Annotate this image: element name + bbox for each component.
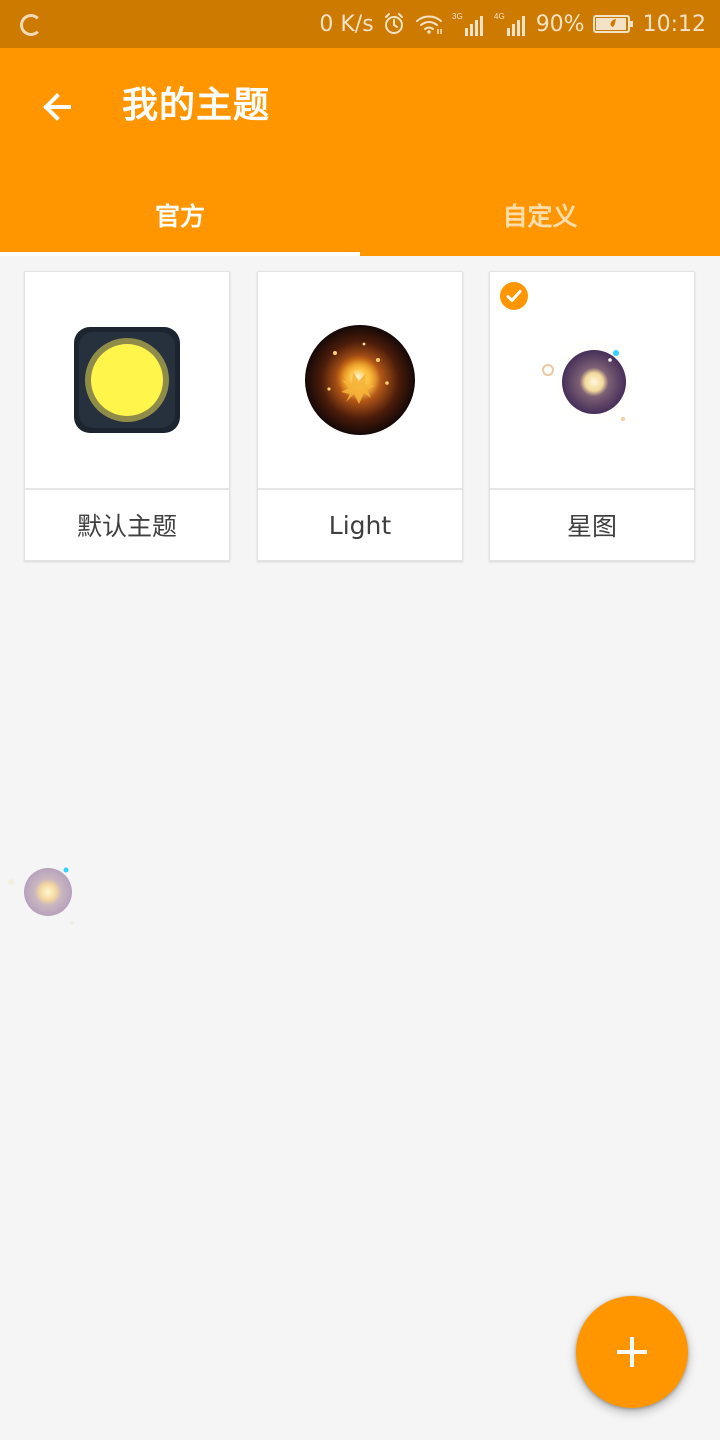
theme-label: 默认主题 xyxy=(76,512,177,541)
tab-official-label: 官方 xyxy=(154,202,205,231)
app-bar: 我的主题 官方 自定义 xyxy=(0,48,720,256)
theme-card-light[interactable]: Light xyxy=(257,271,463,561)
floating-starmap-icon[interactable] xyxy=(4,858,84,938)
tab-selected-indicator xyxy=(0,252,360,256)
purple-star-planet-icon xyxy=(542,334,642,430)
alarm-icon xyxy=(384,13,403,34)
wifi-icon xyxy=(415,15,442,34)
network-4g-label: 4G xyxy=(494,12,505,21)
theme-card-starmap[interactable]: 星图 xyxy=(489,271,695,561)
signal-4g-icon: 4G xyxy=(494,12,525,36)
back-arrow-icon xyxy=(43,93,71,121)
tab-custom[interactable]: 自定义 xyxy=(360,174,720,256)
theme-grid: 默认主题 Light 星图 xyxy=(24,271,696,563)
tab-official[interactable]: 官方 xyxy=(0,174,360,256)
status-bar: 0 K/s 3G 4G 90% 10:12 xyxy=(0,0,720,48)
theme-label: 星图 xyxy=(566,512,617,541)
glowing-amber-orb-icon xyxy=(305,325,415,435)
back-button[interactable] xyxy=(34,84,80,130)
network-3g-label: 3G xyxy=(452,12,463,21)
theme-label: Light xyxy=(328,510,392,540)
battery-icon xyxy=(592,15,633,33)
tab-custom-label: 自定义 xyxy=(502,202,578,231)
signal-3g-icon: 3G xyxy=(452,12,483,36)
theme-card-default[interactable]: 默认主题 xyxy=(24,271,230,561)
network-speed: 0 K/s xyxy=(319,11,374,37)
battery-percentage: 90% xyxy=(535,11,585,37)
theme-preview-default xyxy=(25,272,229,488)
yellow-circle-square-icon xyxy=(74,327,180,433)
theme-preview-light xyxy=(258,272,462,488)
plus-icon xyxy=(617,1337,647,1367)
status-right-group: 0 K/s 3G 4G 90% 10:12 xyxy=(319,0,706,48)
theme-preview-starmap xyxy=(490,272,694,488)
loading-icon xyxy=(20,14,42,36)
clock: 10:12 xyxy=(642,11,706,37)
page-title: 我的主题 xyxy=(122,85,271,126)
tab-bar: 官方 自定义 xyxy=(0,174,720,256)
add-theme-button[interactable] xyxy=(576,1296,688,1408)
